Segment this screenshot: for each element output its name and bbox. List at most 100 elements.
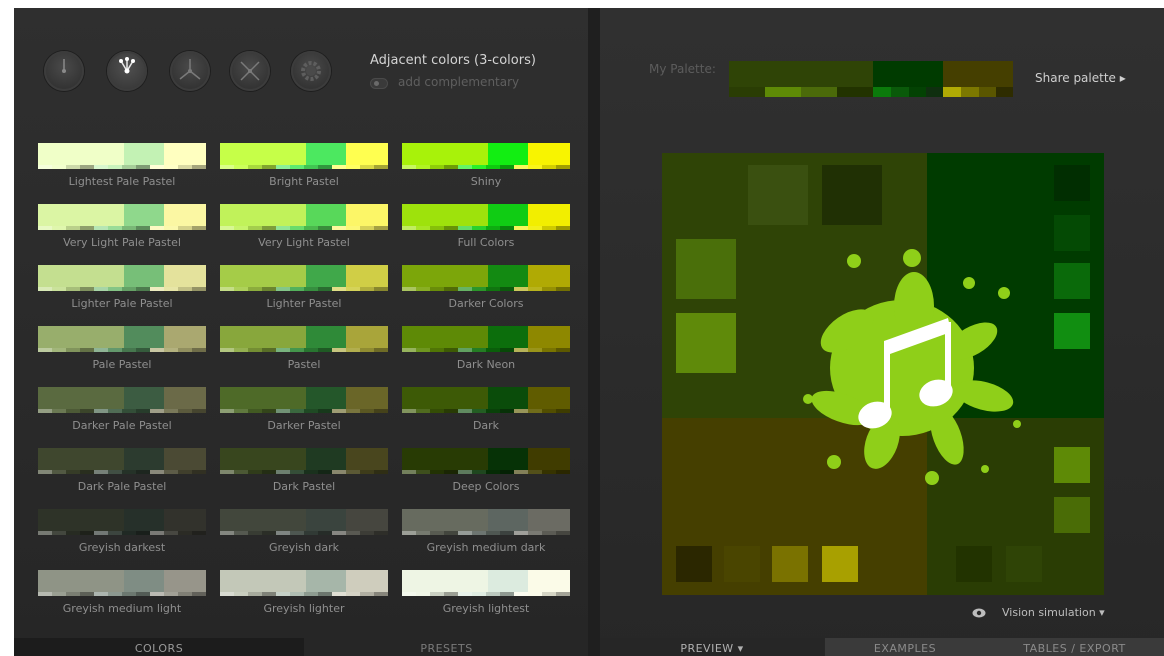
preset-swatch[interactable] bbox=[220, 265, 388, 291]
palette-shade[interactable] bbox=[979, 87, 996, 97]
preset-swatch[interactable] bbox=[38, 265, 206, 291]
preset-swatch[interactable] bbox=[402, 509, 570, 535]
preset-swatch[interactable] bbox=[402, 326, 570, 352]
palette-shade[interactable] bbox=[909, 87, 926, 97]
preset-swatch[interactable] bbox=[220, 326, 388, 352]
preset-swatch[interactable] bbox=[220, 204, 388, 230]
preview-square bbox=[822, 165, 882, 225]
preset-label: Darker Pale Pastel bbox=[72, 419, 172, 432]
palette-shade[interactable] bbox=[996, 87, 1013, 97]
preset-item[interactable]: Lightest Pale Pastel bbox=[38, 143, 206, 188]
preset-item[interactable]: Darker Pastel bbox=[220, 387, 388, 432]
preset-swatch[interactable] bbox=[402, 387, 570, 413]
tab-tables-export[interactable]: TABLES / EXPORT bbox=[985, 638, 1164, 656]
complementary-toggle[interactable] bbox=[370, 78, 388, 89]
palette-shade[interactable] bbox=[801, 87, 837, 97]
palette-color[interactable] bbox=[943, 61, 1013, 87]
preset-item[interactable]: Deep Colors bbox=[402, 448, 570, 493]
eye-icon bbox=[972, 608, 986, 618]
preset-item[interactable]: Dark Pale Pastel bbox=[38, 448, 206, 493]
preview-square bbox=[676, 546, 712, 582]
preset-item[interactable]: Lighter Pastel bbox=[220, 265, 388, 310]
preset-swatch[interactable] bbox=[38, 570, 206, 596]
preset-swatch[interactable] bbox=[38, 204, 206, 230]
preset-swatch[interactable] bbox=[38, 143, 206, 169]
palette-shade[interactable] bbox=[873, 87, 891, 97]
preset-label: Pale Pastel bbox=[92, 358, 152, 371]
preset-item[interactable]: Greyish dark bbox=[220, 509, 388, 554]
free-scheme-wheel[interactable] bbox=[291, 51, 331, 91]
preset-label: Bright Pastel bbox=[269, 175, 339, 188]
preset-label: Very Light Pastel bbox=[258, 236, 350, 249]
preset-item[interactable]: Greyish medium dark bbox=[402, 509, 570, 554]
vision-simulation-button[interactable]: Vision simulation ▾ bbox=[1002, 606, 1105, 619]
adjacent-scheme-wheel[interactable] bbox=[107, 51, 147, 91]
preset-swatch[interactable] bbox=[220, 143, 388, 169]
preset-item[interactable]: Very Light Pastel bbox=[220, 204, 388, 249]
my-palette[interactable] bbox=[729, 61, 1013, 97]
preview-square bbox=[822, 546, 858, 582]
preset-swatch[interactable] bbox=[38, 326, 206, 352]
mono-scheme-wheel[interactable] bbox=[44, 51, 84, 91]
palette-shade[interactable] bbox=[765, 87, 801, 97]
palette-color[interactable] bbox=[729, 61, 873, 87]
tetrad-scheme-wheel[interactable] bbox=[230, 51, 270, 91]
palette-shade[interactable] bbox=[961, 87, 979, 97]
preset-label: Lightest Pale Pastel bbox=[68, 175, 176, 188]
preset-item[interactable]: Darker Colors bbox=[402, 265, 570, 310]
preset-item[interactable]: Greyish darkest bbox=[38, 509, 206, 554]
preset-label: Darker Colors bbox=[448, 297, 524, 310]
tab-presets[interactable]: PRESETS bbox=[305, 638, 588, 656]
preset-swatch[interactable] bbox=[402, 448, 570, 474]
preset-swatch[interactable] bbox=[402, 204, 570, 230]
preset-item[interactable]: Greyish medium light bbox=[38, 570, 206, 615]
preset-swatch[interactable] bbox=[402, 143, 570, 169]
preset-label: Lighter Pastel bbox=[266, 297, 342, 310]
preset-item[interactable]: Greyish lightest bbox=[402, 570, 570, 615]
triad-scheme-wheel[interactable] bbox=[170, 51, 210, 91]
preset-item[interactable]: Dark Neon bbox=[402, 326, 570, 371]
preset-swatch[interactable] bbox=[220, 448, 388, 474]
preset-swatch[interactable] bbox=[38, 387, 206, 413]
preset-swatch[interactable] bbox=[220, 509, 388, 535]
app-window: Adjacent colors (3-colors) add complemen… bbox=[14, 8, 1164, 656]
tab-colors[interactable]: COLORS bbox=[14, 638, 304, 656]
preset-item[interactable]: Darker Pale Pastel bbox=[38, 387, 206, 432]
preset-item[interactable]: Shiny bbox=[402, 143, 570, 188]
preset-label: Dark Neon bbox=[456, 358, 516, 371]
preset-item[interactable]: Greyish lighter bbox=[220, 570, 388, 615]
preset-swatch[interactable] bbox=[220, 387, 388, 413]
palette-shade[interactable] bbox=[891, 87, 909, 97]
preset-swatch[interactable] bbox=[402, 570, 570, 596]
preset-item[interactable]: Dark bbox=[402, 387, 570, 432]
swatch-shade-strip bbox=[38, 531, 206, 535]
palette-shade[interactable] bbox=[926, 87, 943, 97]
swatch-shade-strip bbox=[220, 531, 388, 535]
preset-item[interactable]: Dark Pastel bbox=[220, 448, 388, 493]
adjacent-scheme-icon bbox=[119, 57, 135, 74]
palette-color[interactable] bbox=[873, 61, 943, 87]
preset-item[interactable]: Pastel bbox=[220, 326, 388, 371]
preset-item[interactable]: Bright Pastel bbox=[220, 143, 388, 188]
preset-item[interactable]: Full Colors bbox=[402, 204, 570, 249]
swatch-shade-strip bbox=[38, 287, 206, 291]
swatch-shade-strip bbox=[402, 409, 570, 413]
swatch-shade-strip bbox=[220, 348, 388, 352]
preset-item[interactable]: Very Light Pale Pastel bbox=[38, 204, 206, 249]
share-palette-button[interactable]: Share palette ▸ bbox=[1035, 71, 1126, 85]
palette-shade[interactable] bbox=[943, 87, 961, 97]
swatch-shade-strip bbox=[220, 165, 388, 169]
tab-examples[interactable]: EXAMPLES bbox=[825, 638, 985, 656]
preset-swatch[interactable] bbox=[38, 448, 206, 474]
palette-shade[interactable] bbox=[837, 87, 873, 97]
preset-item[interactable]: Lighter Pale Pastel bbox=[38, 265, 206, 310]
preset-swatch[interactable] bbox=[402, 265, 570, 291]
panel-divider bbox=[588, 8, 600, 656]
swatch-shade-strip bbox=[38, 592, 206, 596]
palette-shade[interactable] bbox=[729, 87, 765, 97]
preset-swatch[interactable] bbox=[220, 570, 388, 596]
tab-preview[interactable]: PREVIEW ▾ bbox=[600, 638, 824, 656]
preset-swatch[interactable] bbox=[38, 509, 206, 535]
preset-item[interactable]: Pale Pastel bbox=[38, 326, 206, 371]
swatch-shade-strip bbox=[38, 409, 206, 413]
